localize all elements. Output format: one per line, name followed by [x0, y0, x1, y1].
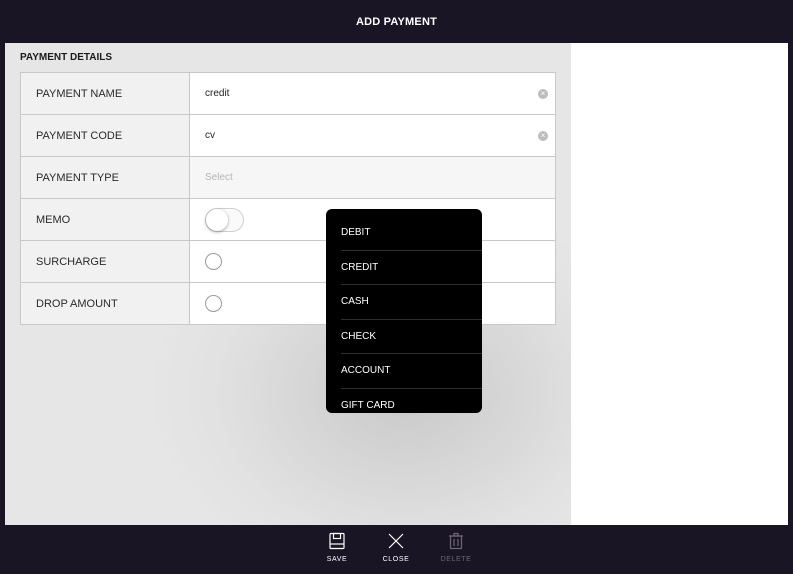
payment-code-value: cv — [205, 130, 215, 141]
dropdown-option-account[interactable]: ACCOUNT — [341, 354, 482, 389]
payment-code-input[interactable]: cv × — [190, 115, 555, 156]
payment-code-row: PAYMENT CODE cv × — [21, 115, 555, 157]
surcharge-label: SURCHARGE — [21, 241, 190, 282]
payment-type-label: PAYMENT TYPE — [21, 157, 190, 198]
content-area: PAYMENT DETAILS PAYMENT NAME credit × PA… — [5, 43, 788, 525]
close-label: CLOSE — [382, 556, 410, 563]
payment-code-label: PAYMENT CODE — [21, 115, 190, 156]
form-panel: PAYMENT DETAILS PAYMENT NAME credit × PA… — [5, 43, 571, 525]
payment-name-input[interactable]: credit × — [190, 73, 555, 114]
payment-type-placeholder: Select — [205, 172, 233, 183]
memo-toggle[interactable] — [205, 207, 244, 232]
header-bar: ADD PAYMENT — [5, 0, 788, 43]
toggle-knob — [206, 208, 228, 231]
page-title: ADD PAYMENT — [355, 15, 438, 28]
payment-type-dropdown[interactable]: DEBIT CREDIT CASH CHECK ACCOUNT GIFT CAR… — [326, 209, 482, 413]
payment-name-row: PAYMENT NAME credit × — [21, 73, 555, 115]
delete-button[interactable]: DELETE — [436, 531, 476, 563]
dropdown-option-gift-card[interactable]: GIFT CARD — [341, 389, 482, 414]
bottom-toolbar: SAVE CLOSE DELETE — [5, 525, 788, 574]
payment-name-value: credit — [205, 88, 230, 99]
clear-icon[interactable]: × — [538, 88, 548, 99]
save-button[interactable]: SAVE — [317, 531, 357, 563]
delete-label: DELETE — [440, 556, 472, 563]
dropdown-option-credit[interactable]: CREDIT — [341, 251, 482, 285]
section-title: PAYMENT DETAILS — [20, 52, 113, 63]
drop-amount-radio[interactable] — [205, 295, 222, 312]
drop-amount-label: DROP AMOUNT — [21, 283, 190, 324]
save-label: SAVE — [326, 556, 348, 563]
payment-type-row: PAYMENT TYPE Select — [21, 157, 555, 199]
dropdown-option-check[interactable]: CHECK — [341, 320, 482, 354]
clear-icon[interactable]: × — [538, 130, 548, 141]
trash-icon — [449, 532, 463, 550]
memo-label: MEMO — [21, 199, 190, 240]
dropdown-option-debit[interactable]: DEBIT — [341, 216, 482, 251]
surcharge-radio[interactable] — [205, 253, 222, 270]
save-icon — [329, 532, 345, 550]
dropdown-option-cash[interactable]: CASH — [341, 285, 482, 320]
close-button[interactable]: CLOSE — [376, 531, 416, 563]
payment-type-select[interactable]: Select — [190, 157, 555, 198]
app-window: ADD PAYMENT PAYMENT DETAILS PAYMENT NAME… — [5, 0, 788, 574]
payment-name-label: PAYMENT NAME — [21, 73, 190, 114]
close-icon — [388, 533, 404, 549]
